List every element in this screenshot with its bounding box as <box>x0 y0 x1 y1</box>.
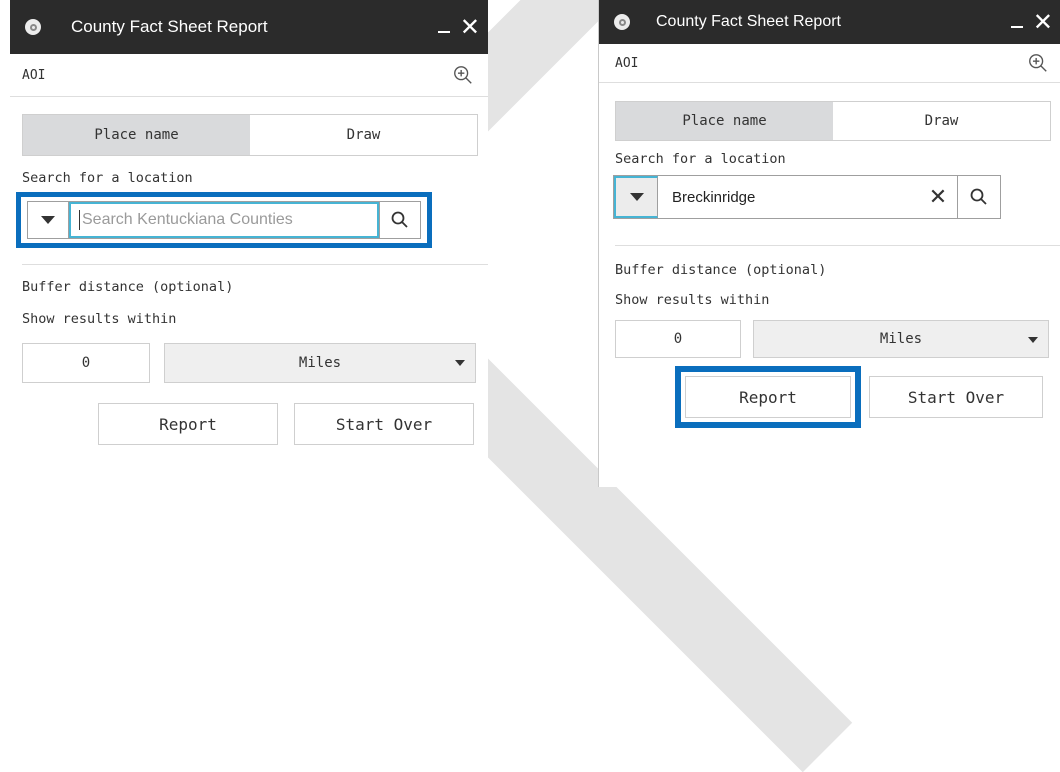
dropdown-arrow-icon <box>41 216 55 224</box>
left-report-panel: County Fact Sheet Report ✕ AOI Place nam… <box>10 0 488 487</box>
divider <box>615 245 1060 246</box>
minimize-icon[interactable] <box>1010 26 1023 28</box>
minimize-icon[interactable] <box>437 31 450 33</box>
units-select[interactable]: Miles <box>753 320 1049 358</box>
chevron-down-icon <box>1028 337 1038 343</box>
report-button[interactable]: Report <box>98 403 278 445</box>
units-select[interactable]: Miles <box>164 343 476 383</box>
aoi-label: AOI <box>22 67 46 83</box>
aoi-row: AOI <box>10 54 488 97</box>
divider <box>22 264 488 265</box>
aoi-mode-tabs: Place name Draw <box>22 114 478 156</box>
zoom-in-icon[interactable] <box>1027 52 1049 74</box>
tab-draw[interactable]: Draw <box>833 102 1050 140</box>
units-value: Miles <box>879 331 923 347</box>
within-label: Show results within <box>22 311 177 327</box>
search-source-dropdown[interactable] <box>614 176 658 218</box>
chevron-down-icon <box>455 360 465 366</box>
right-report-panel: County Fact Sheet Report ✕ AOI Place nam… <box>598 0 1060 487</box>
search-highlight: Search Kentuckiana Counties <box>16 192 432 248</box>
clear-icon[interactable]: ✕ <box>919 176 957 218</box>
buffer-label: Buffer distance (optional) <box>615 262 827 278</box>
search-label: Search for a location <box>615 151 786 167</box>
tab-draw[interactable]: Draw <box>250 115 477 155</box>
report-button[interactable]: Report <box>685 376 851 418</box>
aoi-row: AOI <box>599 44 1060 83</box>
report-highlight: Report <box>675 366 861 428</box>
search-button[interactable] <box>379 202 420 238</box>
start-over-button[interactable]: Start Over <box>869 376 1043 418</box>
text-caret <box>79 210 80 230</box>
tab-place-name[interactable]: Place name <box>23 115 250 155</box>
search-label: Search for a location <box>22 170 193 186</box>
within-label: Show results within <box>615 292 770 308</box>
panel-title: County Fact Sheet Report <box>71 17 268 36</box>
buffer-label: Buffer distance (optional) <box>22 279 234 295</box>
dropdown-arrow-icon <box>629 193 644 201</box>
titlebar: County Fact Sheet Report ✕ <box>10 0 488 54</box>
titlebar: County Fact Sheet Report ✕ <box>599 0 1060 44</box>
search-source-dropdown[interactable] <box>28 202 69 238</box>
search-control: Search Kentuckiana Counties <box>27 201 421 239</box>
search-input[interactable]: Breckinridge <box>658 176 919 218</box>
aoi-label: AOI <box>615 55 639 71</box>
panel-title: County Fact Sheet Report <box>656 13 841 30</box>
distance-input[interactable]: 0 <box>615 320 741 358</box>
app-icon <box>25 19 41 35</box>
units-value: Miles <box>298 355 342 371</box>
tab-place-name[interactable]: Place name <box>616 102 833 140</box>
close-icon[interactable]: ✕ <box>1033 10 1053 34</box>
search-button[interactable] <box>957 176 1000 218</box>
aoi-mode-tabs: Place name Draw <box>615 101 1051 141</box>
zoom-in-icon[interactable] <box>452 64 474 86</box>
search-icon <box>391 211 408 228</box>
search-placeholder: Search Kentuckiana Counties <box>82 211 293 228</box>
close-icon[interactable]: ✕ <box>460 15 480 39</box>
distance-input[interactable]: 0 <box>22 343 150 383</box>
start-over-button[interactable]: Start Over <box>294 403 474 445</box>
search-input[interactable]: Search Kentuckiana Counties <box>69 202 379 238</box>
search-icon <box>970 188 987 205</box>
search-control: Breckinridge ✕ <box>613 175 1001 219</box>
app-icon <box>614 14 630 30</box>
